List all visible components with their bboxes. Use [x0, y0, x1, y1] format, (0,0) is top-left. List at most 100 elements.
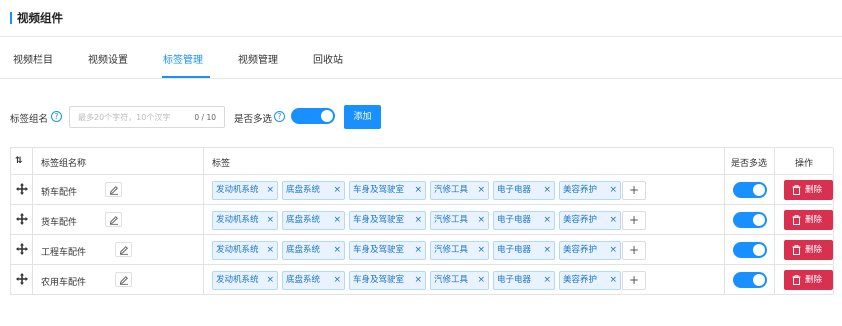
- close-icon[interactable]: ×: [609, 272, 617, 289]
- title-accent-bar: [10, 12, 12, 24]
- drag-move-icon[interactable]: [15, 182, 29, 196]
- close-icon[interactable]: ×: [477, 212, 485, 229]
- tag-chip[interactable]: 美容养护 ×: [559, 271, 621, 290]
- drag-move-icon[interactable]: [15, 212, 29, 226]
- close-icon[interactable]: ×: [333, 242, 341, 259]
- delete-label: 删除: [805, 275, 823, 285]
- active-tab-indicator: [162, 76, 210, 78]
- edit-name-button[interactable]: [115, 272, 132, 287]
- tag-chip[interactable]: 电子电器 ×: [493, 241, 555, 260]
- multi-select-toggle[interactable]: [733, 212, 767, 228]
- close-icon[interactable]: ×: [414, 242, 422, 259]
- close-icon[interactable]: ×: [266, 212, 274, 229]
- tag-label: 美容养护: [563, 245, 598, 255]
- tag-chip[interactable]: 车身及驾驶室 ×: [349, 241, 426, 260]
- question-circle-icon[interactable]: ?: [51, 111, 62, 122]
- multi-select-toggle[interactable]: [733, 272, 767, 288]
- tag-chip[interactable]: 底盘系统 ×: [282, 241, 345, 260]
- close-icon[interactable]: ×: [543, 272, 551, 289]
- close-icon[interactable]: ×: [543, 242, 551, 259]
- add-tag-button[interactable]: +: [622, 271, 646, 290]
- tag-chip[interactable]: 底盘系统 ×: [282, 181, 345, 200]
- delete-button[interactable]: 删除: [784, 270, 833, 290]
- close-icon[interactable]: ×: [414, 212, 422, 229]
- tag-chip[interactable]: 美容养护 ×: [559, 211, 621, 230]
- toggle-knob: [753, 214, 765, 226]
- tag-chip[interactable]: 电子电器 ×: [493, 181, 555, 200]
- edit-name-button[interactable]: [105, 182, 122, 197]
- tag-chip[interactable]: 车身及驾驶室 ×: [349, 211, 426, 230]
- close-icon[interactable]: ×: [333, 182, 341, 199]
- tag-label: 发动机系统: [216, 185, 259, 195]
- tag-chip[interactable]: 发动机系统 ×: [212, 271, 278, 290]
- char-counter: 0 / 10: [194, 113, 216, 122]
- tag-chip[interactable]: 汽修工具 ×: [430, 271, 489, 290]
- tag-chip[interactable]: 美容养护 ×: [559, 181, 621, 200]
- tag-label: 电子电器: [497, 215, 532, 225]
- multi-select-toggle[interactable]: [733, 182, 767, 198]
- tab-tag-management[interactable]: 标签管理: [163, 51, 203, 66]
- delete-button[interactable]: 删除: [784, 210, 833, 230]
- drag-move-icon[interactable]: [15, 272, 29, 286]
- tag-chip[interactable]: 底盘系统 ×: [282, 271, 345, 290]
- close-icon[interactable]: ×: [609, 242, 617, 259]
- tag-chip[interactable]: 发动机系统 ×: [212, 211, 278, 230]
- table-header-row: ⇅ 标签组名称 标签 是否多选 操作: [11, 148, 834, 175]
- tag-chip[interactable]: 汽修工具 ×: [430, 211, 489, 230]
- close-icon[interactable]: ×: [477, 182, 485, 199]
- trash-icon: [792, 215, 801, 225]
- close-icon[interactable]: ×: [414, 182, 422, 199]
- delete-button[interactable]: 删除: [784, 180, 833, 200]
- close-icon[interactable]: ×: [266, 272, 274, 289]
- add-tag-button[interactable]: +: [622, 181, 646, 200]
- close-icon[interactable]: ×: [266, 242, 274, 259]
- drag-move-icon[interactable]: [15, 242, 29, 256]
- close-icon[interactable]: ×: [477, 242, 485, 259]
- tag-chip[interactable]: 汽修工具 ×: [430, 241, 489, 260]
- tag-label: 发动机系统: [216, 215, 259, 225]
- tag-chip[interactable]: 发动机系统 ×: [212, 181, 278, 200]
- table-row: 轿车配件 发动机系统 × 底盘系统 × 车身及驾驶室 × 汽修工具 × 电子电器 × 美容养护 × + 删除: [11, 175, 834, 205]
- tag-chip[interactable]: 电子电器 ×: [493, 211, 555, 230]
- multi-select-toggle[interactable]: [733, 242, 767, 258]
- tag-chip[interactable]: 电子电器 ×: [493, 271, 555, 290]
- tab-video-columns[interactable]: 视频栏目: [13, 51, 53, 66]
- delete-label: 删除: [805, 245, 823, 255]
- add-tag-button[interactable]: +: [622, 241, 646, 260]
- edit-name-button[interactable]: [105, 212, 122, 227]
- tag-chip[interactable]: 发动机系统 ×: [212, 241, 278, 260]
- group-name-text: 货车配件: [41, 218, 78, 228]
- tab-video-settings[interactable]: 视频设置: [88, 51, 128, 66]
- tab-video-management[interactable]: 视频管理: [238, 51, 278, 66]
- toggle-knob: [753, 274, 765, 286]
- toggle-knob: [753, 244, 765, 256]
- table-row: 农用车配件 发动机系统 × 底盘系统 × 车身及驾驶室 × 汽修工具 × 电子电器 × 美容养护 × + 删…: [11, 265, 834, 295]
- group-name-field[interactable]: 0 / 10: [69, 106, 225, 128]
- tag-chip[interactable]: 美容养护 ×: [559, 241, 621, 260]
- tag-chip[interactable]: 车身及驾驶室 ×: [349, 271, 426, 290]
- close-icon[interactable]: ×: [266, 182, 274, 199]
- close-icon[interactable]: ×: [609, 212, 617, 229]
- close-icon[interactable]: ×: [543, 182, 551, 199]
- multi-select-label: 是否多选: [234, 114, 273, 125]
- tag-chip[interactable]: 车身及驾驶室 ×: [349, 181, 426, 200]
- close-icon[interactable]: ×: [414, 272, 422, 289]
- sort-icon[interactable]: ⇅: [15, 156, 23, 166]
- group-name-input[interactable]: [78, 110, 190, 124]
- close-icon[interactable]: ×: [543, 212, 551, 229]
- multi-select-toggle[interactable]: [291, 108, 335, 124]
- header-group-name: 标签组名称: [41, 159, 87, 169]
- close-icon[interactable]: ×: [609, 182, 617, 199]
- delete-button[interactable]: 删除: [784, 240, 833, 260]
- tag-chip[interactable]: 底盘系统 ×: [282, 211, 345, 230]
- question-circle-icon[interactable]: ?: [274, 111, 285, 122]
- tag-chip[interactable]: 汽修工具 ×: [430, 181, 489, 200]
- add-button[interactable]: 添加: [344, 105, 381, 129]
- close-icon[interactable]: ×: [333, 212, 341, 229]
- close-icon[interactable]: ×: [333, 272, 341, 289]
- table-row: 货车配件 发动机系统 × 底盘系统 × 车身及驾驶室 × 汽修工具 × 电子电器 × 美容养护 × + 删除: [11, 205, 834, 235]
- add-tag-button[interactable]: +: [622, 211, 646, 230]
- tab-recycle-bin[interactable]: 回收站: [313, 51, 343, 66]
- edit-name-button[interactable]: [115, 242, 132, 257]
- close-icon[interactable]: ×: [477, 272, 485, 289]
